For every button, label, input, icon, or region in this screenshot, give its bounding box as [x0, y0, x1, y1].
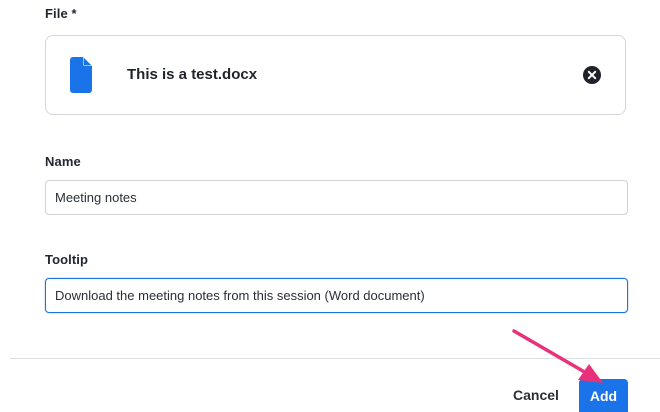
file-name: This is a test.docx	[127, 66, 258, 83]
document-icon	[70, 57, 92, 93]
cancel-button[interactable]: Cancel	[509, 382, 563, 408]
file-attachment-card: This is a test.docx	[45, 35, 626, 115]
name-label: Name	[45, 154, 81, 169]
file-label: File *	[45, 6, 77, 21]
remove-file-icon[interactable]	[583, 66, 601, 84]
tooltip-label: Tooltip	[45, 252, 89, 267]
name-input[interactable]	[45, 180, 628, 215]
tooltip-input[interactable]	[45, 278, 628, 313]
add-button[interactable]: Add	[579, 379, 628, 412]
add-file-dialog: File * This is a test.docx Name Tooltip …	[0, 0, 660, 412]
footer-divider	[10, 358, 660, 359]
